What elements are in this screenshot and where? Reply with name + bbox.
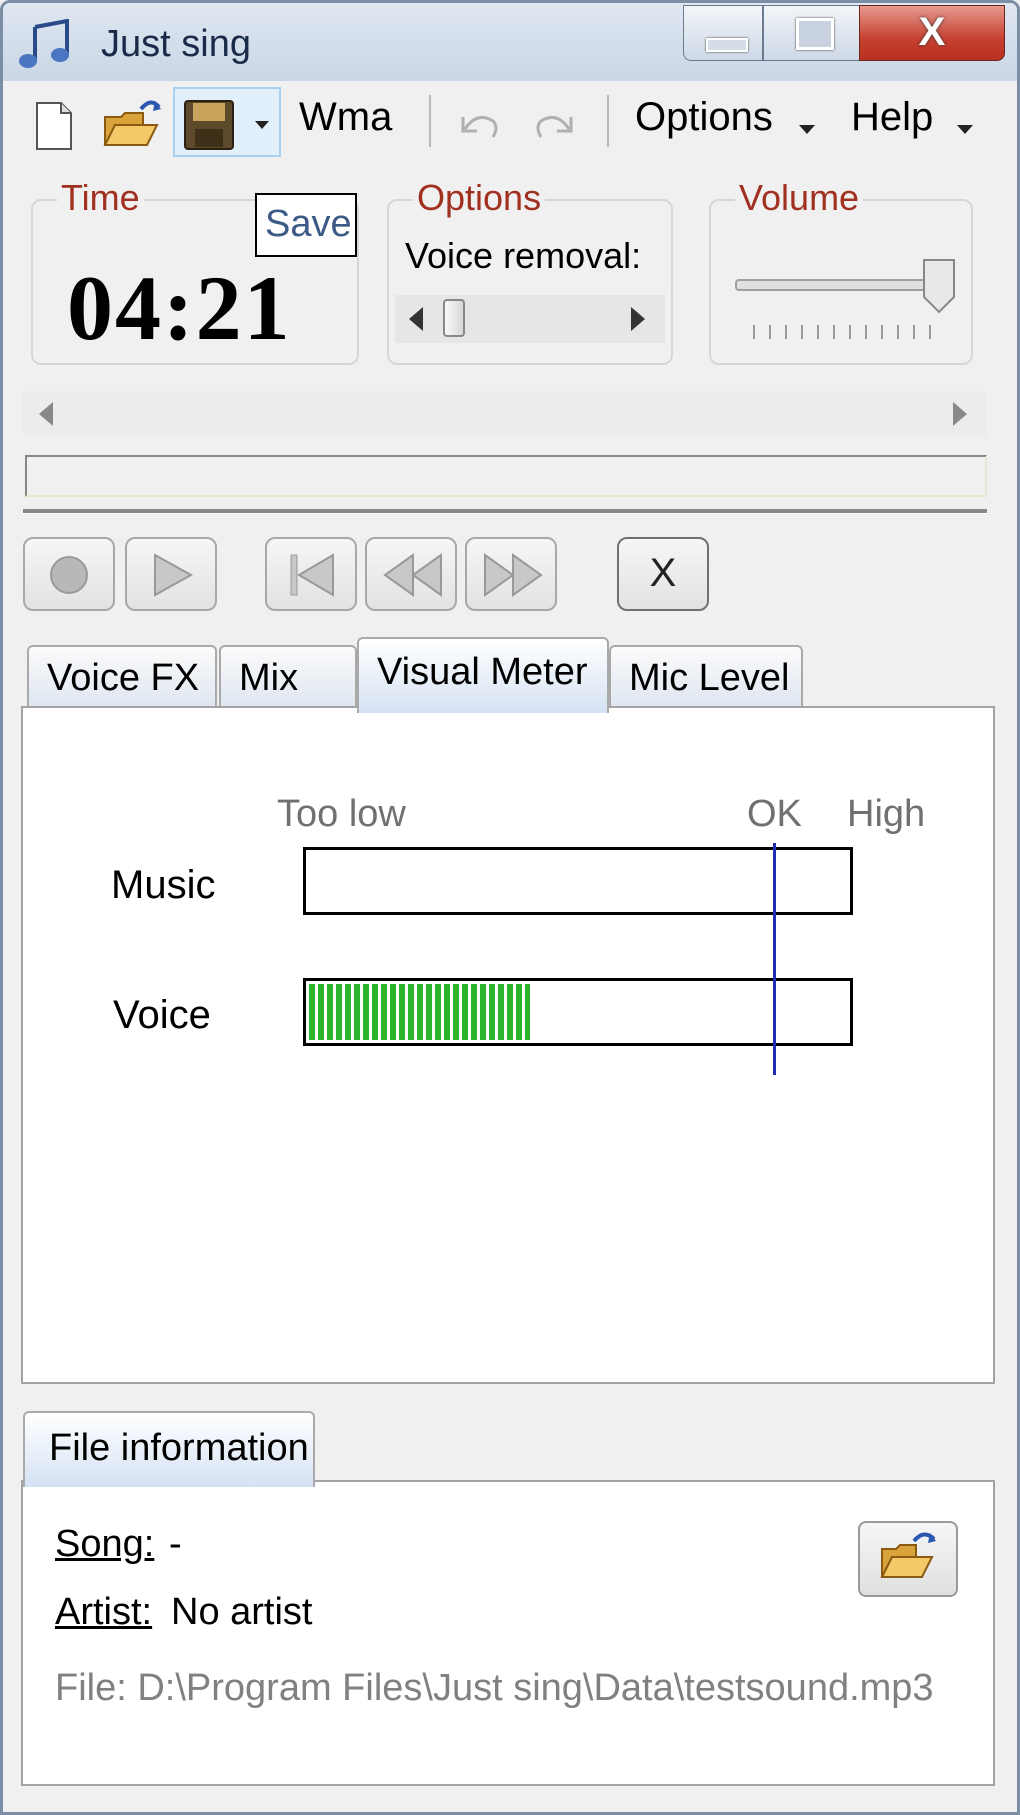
- scale-too-low-label: Too low: [277, 793, 406, 835]
- volume-group: Volume: [709, 177, 973, 365]
- seek-scrollbar[interactable]: [23, 391, 987, 437]
- minimize-icon: [706, 38, 748, 52]
- toolbar: Wma Options Help: [3, 81, 1017, 163]
- undo-button[interactable]: [449, 87, 505, 157]
- open-folder-icon: [103, 100, 161, 146]
- stop-button[interactable]: X: [617, 537, 709, 611]
- scale-ok-label: OK: [747, 793, 802, 835]
- volume-track[interactable]: [735, 279, 945, 291]
- new-file-icon: [36, 102, 72, 150]
- tab-voice-fx[interactable]: Voice FX: [27, 645, 217, 707]
- scale-high-label: High: [847, 793, 926, 835]
- dropdown-icon[interactable]: [247, 89, 277, 159]
- song-label: Song:: [55, 1523, 155, 1565]
- close-icon: X: [918, 10, 946, 54]
- tab-mix[interactable]: Mix: [219, 645, 357, 707]
- open-file-button[interactable]: [858, 1521, 958, 1597]
- voice-level-fill: [309, 984, 530, 1040]
- toolbar-separator: [429, 95, 431, 147]
- file-path: File: D:\Program Files\Just sing\Data\te…: [55, 1667, 934, 1709]
- redo-button[interactable]: [529, 87, 585, 157]
- progress-field: [25, 455, 987, 497]
- toolbar-separator: [607, 95, 609, 147]
- skip-start-icon: [290, 553, 334, 597]
- time-group-label: Time: [57, 177, 144, 219]
- play-button[interactable]: [125, 537, 217, 611]
- play-icon: [154, 553, 194, 597]
- scroll-right-icon[interactable]: [631, 307, 645, 331]
- options-dropdown-icon: [799, 125, 815, 134]
- music-note-icon: [17, 18, 77, 71]
- new-file-button[interactable]: [21, 87, 85, 157]
- volume-ticks: [753, 325, 933, 339]
- options-menu[interactable]: Options: [635, 95, 773, 140]
- title-bar: Just sing X: [3, 3, 1017, 81]
- redo-icon: [536, 115, 573, 138]
- tab-file-information[interactable]: File information: [23, 1411, 315, 1487]
- scroll-left-icon[interactable]: [409, 307, 423, 331]
- volume-group-label: Volume: [735, 177, 864, 219]
- rewind-button[interactable]: [365, 537, 457, 611]
- help-menu[interactable]: Help: [851, 95, 933, 140]
- minimize-button[interactable]: [683, 5, 763, 61]
- format-wma-button[interactable]: Wma: [299, 95, 392, 140]
- tab-mic-level[interactable]: Mic Level: [609, 645, 803, 707]
- tab-visual-meter[interactable]: Visual Meter: [357, 637, 609, 713]
- close-button[interactable]: X: [859, 5, 1005, 61]
- artist-value: No artist: [171, 1591, 313, 1633]
- fast-forward-icon: [484, 553, 543, 597]
- record-button[interactable]: [23, 537, 115, 611]
- options-group: Options Voice removal:: [387, 177, 673, 365]
- save-tooltip: Save: [255, 193, 357, 257]
- music-meter: [303, 847, 853, 915]
- song-value: -: [169, 1523, 182, 1565]
- artist-label: Artist:: [55, 1591, 153, 1633]
- voice-removal-label: Voice removal:: [405, 235, 642, 276]
- help-dropdown-icon: [957, 125, 973, 134]
- seek-left-icon[interactable]: [39, 402, 53, 426]
- volume-thumb[interactable]: [921, 257, 957, 315]
- music-row-label: Music: [111, 863, 216, 907]
- seek-right-icon[interactable]: [953, 402, 967, 426]
- divider: [23, 509, 987, 514]
- save-split-button[interactable]: [173, 87, 281, 157]
- voice-removal-thumb[interactable]: [443, 299, 465, 337]
- skip-start-button[interactable]: [265, 537, 357, 611]
- rewind-icon: [383, 553, 442, 597]
- app-window: Just sing X Wma Options Help Time 04:21 …: [0, 0, 1020, 1815]
- voice-removal-scrollbar[interactable]: [395, 295, 665, 343]
- time-display: 04:21: [67, 257, 292, 359]
- voice-meter: [303, 978, 853, 1046]
- maximize-button[interactable]: [763, 5, 861, 61]
- voice-row-label: Voice: [113, 993, 211, 1037]
- record-icon: [50, 556, 88, 594]
- ok-threshold-line: [773, 843, 776, 1075]
- undo-icon: [461, 115, 498, 138]
- stop-icon: X: [649, 551, 677, 595]
- fast-forward-button[interactable]: [465, 537, 557, 611]
- options-group-label: Options: [413, 177, 546, 219]
- open-button[interactable]: [97, 87, 167, 157]
- file-info-panel: [21, 1480, 995, 1786]
- open-folder-icon: [880, 1532, 936, 1578]
- window-title: Just sing: [101, 23, 251, 65]
- maximize-icon: [796, 18, 834, 50]
- save-disk-icon: [184, 100, 234, 150]
